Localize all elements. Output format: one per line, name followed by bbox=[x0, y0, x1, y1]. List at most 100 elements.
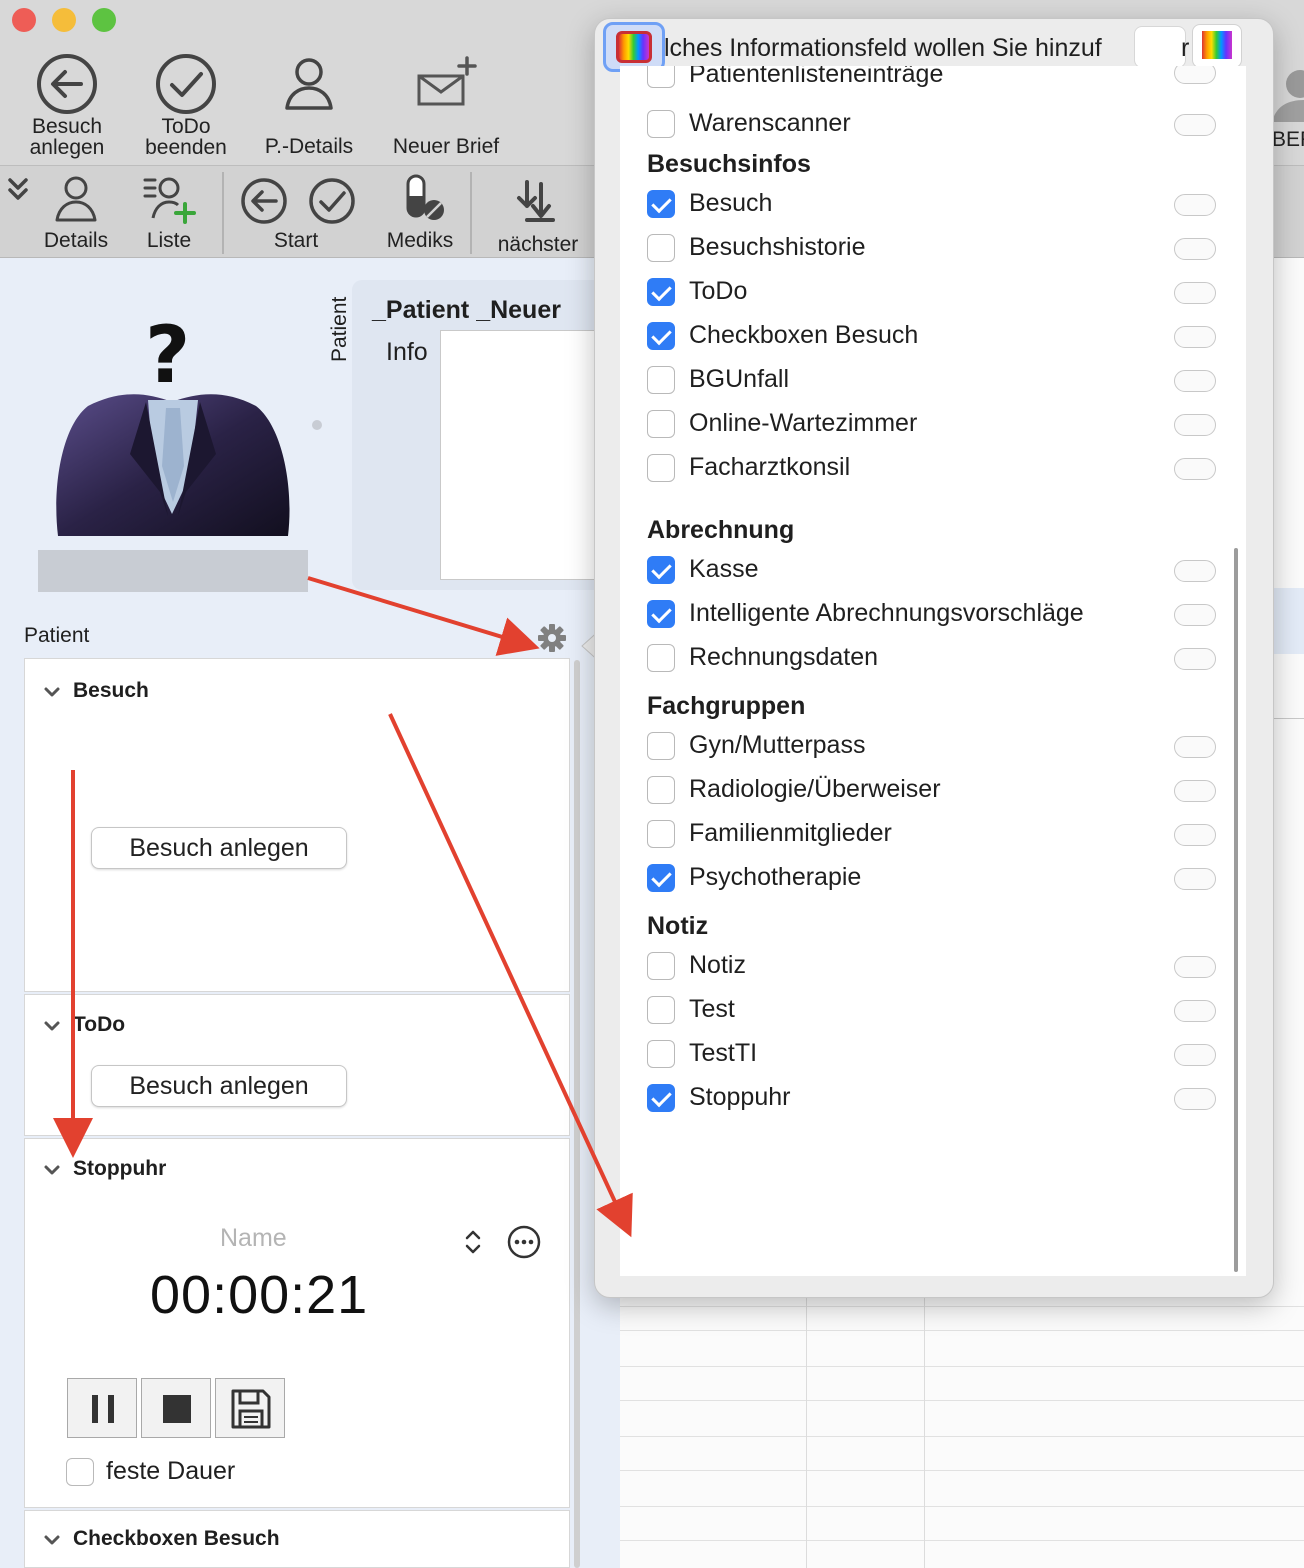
option-checkbox[interactable] bbox=[647, 952, 675, 980]
save-button[interactable] bbox=[215, 1378, 285, 1438]
stopwatch-name-field[interactable]: Name bbox=[220, 1224, 287, 1253]
option-checkbox[interactable] bbox=[647, 234, 675, 262]
option-toggle[interactable] bbox=[1174, 824, 1216, 846]
option-toggle[interactable] bbox=[1174, 736, 1216, 758]
option-row[interactable]: Intelligente Abrechnungsvorschläge bbox=[647, 598, 1227, 632]
option-row[interactable]: Psychotherapie bbox=[647, 862, 1227, 896]
option-row[interactable]: Warenscanner bbox=[647, 108, 1227, 142]
todo-beenden-button[interactable]: ToDo beenden bbox=[138, 52, 234, 158]
option-toggle[interactable] bbox=[1174, 414, 1216, 436]
option-checkbox[interactable] bbox=[647, 66, 675, 88]
patient-details-button[interactable]: P.-Details bbox=[254, 52, 364, 157]
option-checkbox[interactable] bbox=[647, 556, 675, 584]
chevron-down-icon[interactable] bbox=[43, 683, 61, 701]
panel-scrollbar[interactable] bbox=[574, 660, 580, 1568]
option-toggle[interactable] bbox=[1174, 458, 1216, 480]
info-textarea[interactable] bbox=[440, 330, 610, 580]
option-toggle[interactable] bbox=[1174, 66, 1216, 84]
user-avatar-partial[interactable] bbox=[1272, 54, 1304, 124]
option-checkbox[interactable] bbox=[647, 864, 675, 892]
details-button[interactable]: Details bbox=[34, 172, 118, 251]
option-toggle[interactable] bbox=[1174, 282, 1216, 304]
option-toggle[interactable] bbox=[1174, 1044, 1216, 1066]
option-checkbox[interactable] bbox=[647, 410, 675, 438]
toolbar-separator bbox=[222, 172, 224, 254]
gear-icon[interactable] bbox=[536, 622, 568, 654]
option-checkbox[interactable] bbox=[647, 454, 675, 482]
option-row[interactable]: TestTI bbox=[647, 1038, 1227, 1072]
mediks-button[interactable]: Mediks bbox=[376, 174, 464, 251]
more-options-icon[interactable] bbox=[506, 1224, 542, 1260]
naechster-button[interactable]: nächster bbox=[484, 176, 592, 255]
option-toggle[interactable] bbox=[1174, 326, 1216, 348]
option-row[interactable]: Stoppuhr bbox=[647, 1082, 1227, 1116]
stop-button[interactable] bbox=[141, 1378, 211, 1438]
option-row[interactable]: Radiologie/Überweiser bbox=[647, 774, 1227, 808]
option-toggle[interactable] bbox=[1174, 194, 1216, 216]
option-checkbox[interactable] bbox=[647, 322, 675, 350]
close-window-button[interactable] bbox=[12, 8, 36, 32]
option-row[interactable]: Patientenlisteneinträge bbox=[647, 66, 1227, 98]
option-checkbox[interactable] bbox=[647, 600, 675, 628]
chevron-down-icon[interactable] bbox=[43, 1161, 61, 1179]
grid-line bbox=[620, 1400, 1304, 1401]
option-checkbox[interactable] bbox=[647, 1040, 675, 1068]
option-checkbox[interactable] bbox=[647, 366, 675, 394]
info-field-list[interactable]: Patientenlisteneinträge Warenscanner Besu… bbox=[620, 66, 1246, 1276]
option-row[interactable]: Gyn/Mutterpass bbox=[647, 730, 1227, 764]
option-toggle[interactable] bbox=[1174, 1000, 1216, 1022]
option-toggle[interactable] bbox=[1174, 604, 1216, 626]
option-row[interactable]: Besuchshistorie bbox=[647, 232, 1227, 266]
besuch-anlegen-button[interactable]: Besuch anlegen bbox=[91, 827, 347, 869]
option-toggle[interactable] bbox=[1174, 560, 1216, 582]
option-checkbox[interactable] bbox=[647, 776, 675, 804]
start-button[interactable]: Start bbox=[234, 176, 358, 251]
option-checkbox[interactable] bbox=[647, 1084, 675, 1112]
chevron-down-icon[interactable] bbox=[43, 1017, 61, 1035]
up-down-chevron-icon[interactable] bbox=[462, 1228, 484, 1256]
option-row[interactable]: Familienmitglieder bbox=[647, 818, 1227, 852]
group-header: Besuchsinfos bbox=[647, 150, 811, 178]
option-row[interactable]: Kasse bbox=[647, 554, 1227, 588]
zoom-window-button[interactable] bbox=[92, 8, 116, 32]
option-checkbox[interactable] bbox=[647, 996, 675, 1024]
option-toggle[interactable] bbox=[1174, 238, 1216, 260]
panel-todo: ToDo Besuch anlegen bbox=[24, 994, 570, 1136]
option-row[interactable]: Checkboxen Besuch bbox=[647, 320, 1227, 354]
double-chevron-down-icon[interactable] bbox=[6, 174, 30, 210]
chevron-down-icon[interactable] bbox=[43, 1531, 61, 1549]
pause-button[interactable] bbox=[67, 1378, 137, 1438]
option-toggle[interactable] bbox=[1174, 114, 1216, 136]
option-checkbox[interactable] bbox=[647, 110, 675, 138]
option-row[interactable]: Online-Wartezimmer bbox=[647, 408, 1227, 442]
color-palette-button[interactable] bbox=[1192, 24, 1242, 68]
option-checkbox[interactable] bbox=[647, 820, 675, 848]
option-row[interactable]: Besuch bbox=[647, 188, 1227, 222]
besuch-anlegen-button[interactable]: Besuch anlegen bbox=[91, 1065, 347, 1107]
option-row[interactable]: Facharztkonsil bbox=[647, 452, 1227, 486]
option-toggle[interactable] bbox=[1174, 780, 1216, 802]
option-checkbox[interactable] bbox=[647, 190, 675, 218]
neuer-brief-button[interactable]: Neuer Brief bbox=[382, 52, 510, 157]
option-row[interactable]: Test bbox=[647, 994, 1227, 1028]
feste-dauer-checkbox[interactable] bbox=[66, 1458, 94, 1486]
color-picker-button[interactable] bbox=[603, 22, 665, 72]
feste-dauer-label: feste Dauer bbox=[106, 1457, 236, 1485]
liste-button[interactable]: Liste bbox=[128, 172, 210, 251]
popover-blank-field[interactable] bbox=[1134, 26, 1186, 68]
option-toggle[interactable] bbox=[1174, 868, 1216, 890]
option-toggle[interactable] bbox=[1174, 370, 1216, 392]
minimize-window-button[interactable] bbox=[52, 8, 76, 32]
option-row[interactable]: BGUnfall bbox=[647, 364, 1227, 398]
option-checkbox[interactable] bbox=[647, 732, 675, 760]
option-row[interactable]: Notiz bbox=[647, 950, 1227, 984]
option-checkbox[interactable] bbox=[647, 278, 675, 306]
popover-scrollbar[interactable] bbox=[1234, 548, 1238, 1272]
option-row[interactable]: Rechnungsdaten bbox=[647, 642, 1227, 676]
option-toggle[interactable] bbox=[1174, 648, 1216, 670]
option-toggle[interactable] bbox=[1174, 1088, 1216, 1110]
option-row[interactable]: ToDo bbox=[647, 276, 1227, 310]
option-toggle[interactable] bbox=[1174, 956, 1216, 978]
option-checkbox[interactable] bbox=[647, 644, 675, 672]
besuch-anlegen-button[interactable]: Besuch anlegen bbox=[20, 52, 114, 158]
